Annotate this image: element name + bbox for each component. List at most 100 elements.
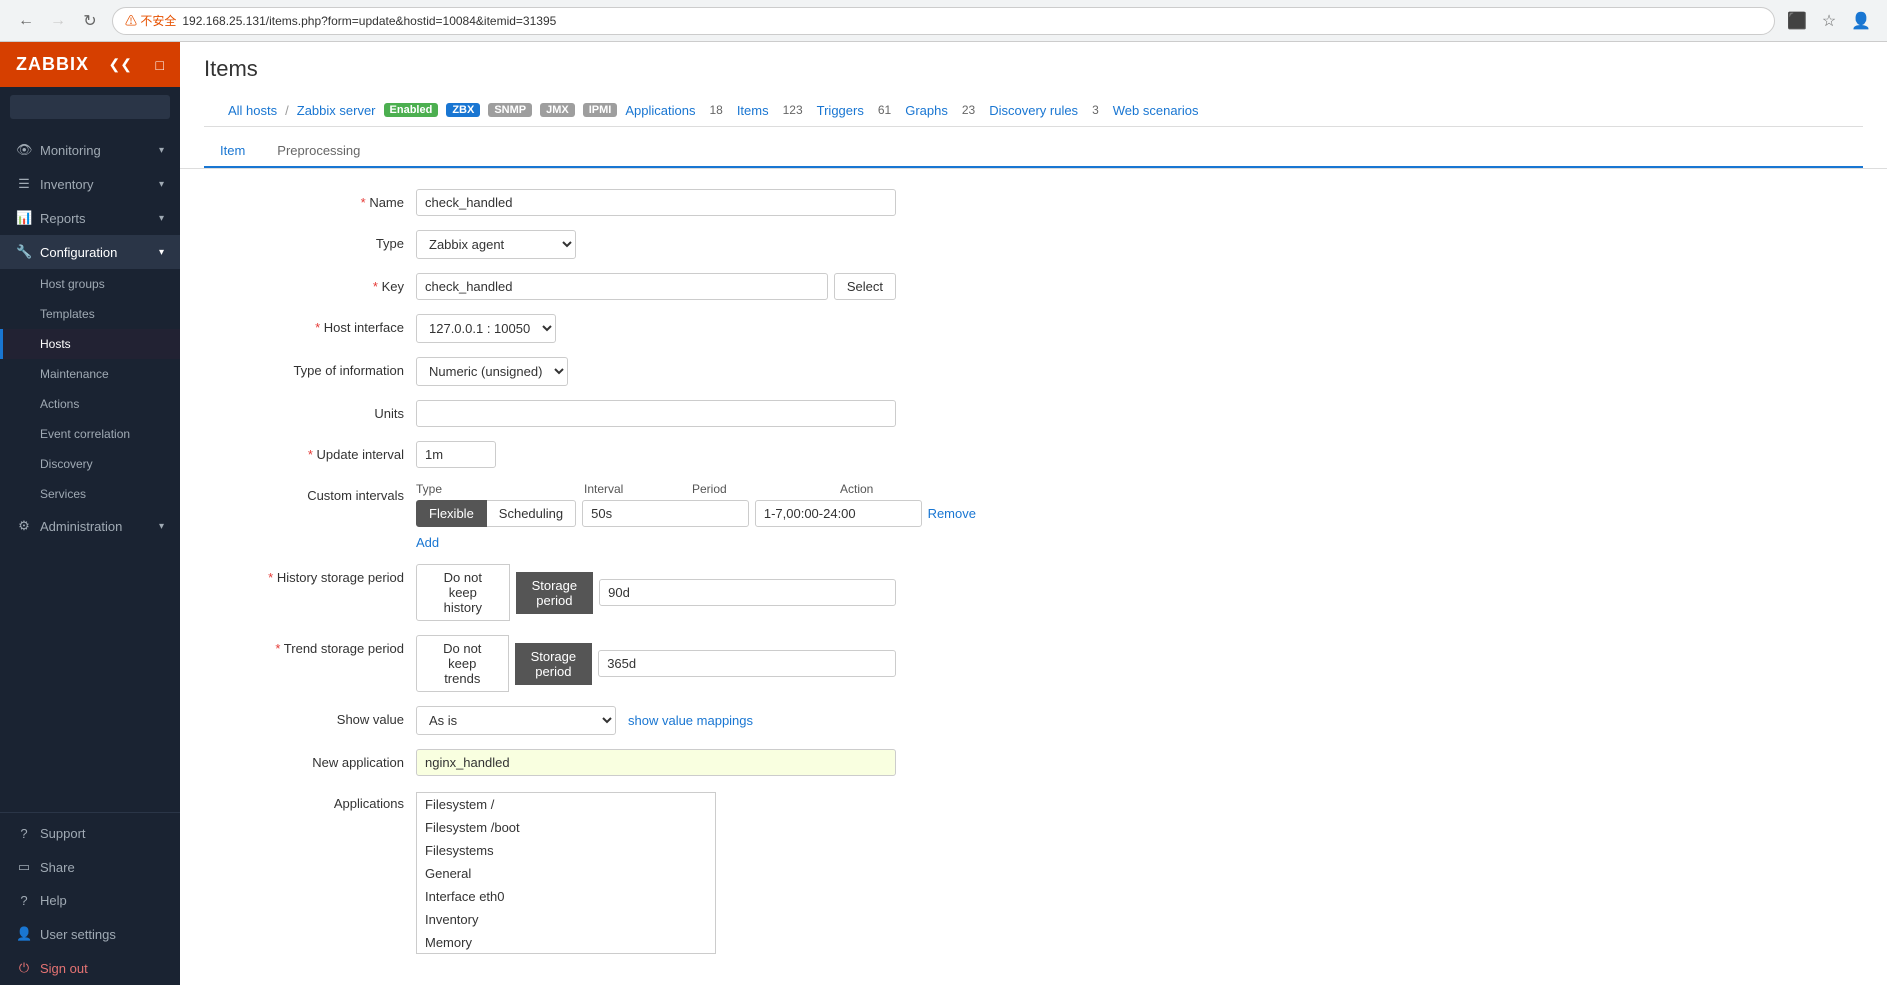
remove-link[interactable]: Remove <box>928 506 976 521</box>
triggers-link[interactable]: Triggers <box>817 103 864 118</box>
sidebar-item-user-settings[interactable]: 👤 User settings <box>0 917 180 951</box>
update-interval-input[interactable] <box>416 441 496 468</box>
new-application-input[interactable] <box>416 749 896 776</box>
applications-link[interactable]: Applications <box>625 103 695 118</box>
no-keep-trends-button[interactable]: Do not keep trends <box>416 635 509 692</box>
units-control <box>416 400 896 427</box>
bookmark-button[interactable]: ☆ <box>1815 7 1843 35</box>
sidebar-item-templates[interactable]: Templates <box>0 299 180 329</box>
trend-label: Trend storage period <box>204 635 404 656</box>
sidebar: ZABBIX ❮❮ □ 👁 Monitoring ☰ Inventory 📊 R… <box>0 42 180 985</box>
discovery-rules-link[interactable]: Discovery rules <box>989 103 1078 118</box>
history-label: History storage period <box>204 564 404 585</box>
sidebar-item-share[interactable]: ▭ Share <box>0 850 180 884</box>
name-control <box>416 189 896 216</box>
sidebar-item-help[interactable]: ? Help <box>0 884 180 917</box>
sidebar-item-sign-out[interactable]: ⏻ Sign out <box>0 951 180 985</box>
history-value-input[interactable] <box>599 579 896 606</box>
app-item-filesystems[interactable]: Filesystems <box>417 839 715 862</box>
sidebar-item-inventory[interactable]: ☰ Inventory <box>0 167 180 201</box>
zbx-badge: ZBX <box>446 103 480 117</box>
show-value-mappings-link[interactable]: show value mappings <box>628 713 753 728</box>
trend-value-input[interactable] <box>598 650 896 677</box>
key-input[interactable] <box>416 273 828 300</box>
type-info-select[interactable]: Numeric (unsigned) Numeric (float) Chara… <box>416 357 568 386</box>
sidebar-item-hosts[interactable]: Hosts <box>0 329 180 359</box>
interval-type-toggle: Flexible Scheduling <box>416 500 576 527</box>
sidebar-item-reports[interactable]: 📊 Reports <box>0 201 180 235</box>
app-item-filesystem-boot[interactable]: Filesystem /boot <box>417 816 715 839</box>
app-item-general[interactable]: General <box>417 862 715 885</box>
form-row-type-info: Type of information Numeric (unsigned) N… <box>204 357 1863 386</box>
address-bar[interactable]: ⚠ 不安全 192.168.25.131/items.php?form=upda… <box>112 7 1775 35</box>
history-storage-period-button[interactable]: Storage period <box>516 572 593 614</box>
interval-period-input[interactable] <box>755 500 922 527</box>
interval-value-input[interactable] <box>582 500 749 527</box>
back-button[interactable]: ← <box>12 7 40 35</box>
scheduling-button[interactable]: Scheduling <box>487 500 576 527</box>
search-input[interactable] <box>10 95 170 119</box>
profile-button[interactable]: 👤 <box>1847 7 1875 35</box>
applications-dropdown: Filesystem / Filesystem /boot Filesystem… <box>416 792 716 954</box>
sidebar-item-administration[interactable]: ⚙ Administration <box>0 509 180 543</box>
trend-storage-period-button[interactable]: Storage period <box>515 643 593 685</box>
name-input[interactable] <box>416 189 896 216</box>
show-value-row: As is show value mappings <box>416 706 896 735</box>
all-hosts-link[interactable]: All hosts <box>228 103 277 118</box>
sidebar-item-host-groups[interactable]: Host groups <box>0 269 180 299</box>
col-type-header: Type <box>416 482 576 496</box>
applications-form-label: Applications <box>204 790 404 811</box>
sidebar-item-services[interactable]: Services <box>0 479 180 509</box>
host-interface-select[interactable]: 127.0.0.1 : 10050 <box>416 314 556 343</box>
app-item-inventory[interactable]: Inventory <box>417 908 715 931</box>
web-scenarios-link[interactable]: Web scenarios <box>1113 103 1199 118</box>
sidebar-expand-icon[interactable]: □ <box>156 57 164 73</box>
main-header: Items All hosts / Zabbix server Enabled … <box>180 42 1887 169</box>
sidebar-item-actions[interactable]: Actions <box>0 389 180 419</box>
new-application-control <box>416 749 896 776</box>
units-input[interactable] <box>416 400 896 427</box>
reload-button[interactable]: ↻ <box>76 7 104 35</box>
sidebar-item-event-correlation[interactable]: Event correlation <box>0 419 180 449</box>
show-value-label: Show value <box>204 706 404 727</box>
type-info-label: Type of information <box>204 357 404 378</box>
app-item-filesystem[interactable]: Filesystem / <box>417 793 715 816</box>
sidebar-item-label: Monitoring <box>40 143 101 158</box>
sidebar-collapse-icon[interactable]: ❮❮ <box>109 56 132 73</box>
items-count: 123 <box>777 102 809 118</box>
graphs-link[interactable]: Graphs <box>905 103 948 118</box>
type-select[interactable]: Zabbix agent Zabbix agent (active) Simpl… <box>416 230 576 259</box>
sidebar-item-discovery[interactable]: Discovery <box>0 449 180 479</box>
tab-preprocessing[interactable]: Preprocessing <box>261 135 376 168</box>
extensions-button[interactable]: ⬛ <box>1783 7 1811 35</box>
app-item-interface-eth0[interactable]: Interface eth0 <box>417 885 715 908</box>
form-row-show-value: Show value As is show value mappings <box>204 706 1863 735</box>
items-link[interactable]: Items <box>737 103 769 118</box>
units-label: Units <box>204 400 404 421</box>
forward-button[interactable]: → <box>44 7 72 35</box>
host-name-link[interactable]: Zabbix server <box>297 103 376 118</box>
sidebar-item-configuration[interactable]: 🔧 Configuration <box>0 235 180 269</box>
sidebar-item-maintenance[interactable]: Maintenance <box>0 359 180 389</box>
no-keep-history-button[interactable]: Do not keep history <box>416 564 510 621</box>
tab-item[interactable]: Item <box>204 135 261 168</box>
sidebar-item-monitoring[interactable]: 👁 Monitoring <box>0 133 180 167</box>
add-interval-link[interactable]: Add <box>416 535 439 550</box>
sidebar-item-label: Configuration <box>40 245 117 260</box>
show-value-select[interactable]: As is <box>416 706 616 735</box>
applications-list: Filesystem / Filesystem /boot Filesystem… <box>417 793 715 953</box>
name-label: Name <box>204 189 404 210</box>
app-item-memory[interactable]: Memory <box>417 931 715 953</box>
sidebar-item-support[interactable]: ? Support <box>0 817 180 850</box>
sidebar-item-label: Administration <box>40 519 122 534</box>
form-row-new-application: New application <box>204 749 1863 776</box>
security-warning: ⚠ 不安全 <box>125 12 176 29</box>
sidebar-item-label: User settings <box>40 927 116 942</box>
flexible-button[interactable]: Flexible <box>416 500 487 527</box>
host-bar: All hosts / Zabbix server Enabled ZBX SN… <box>204 94 1863 127</box>
type-info-control: Numeric (unsigned) Numeric (float) Chara… <box>416 357 896 386</box>
form-row-name: Name <box>204 189 1863 216</box>
update-interval-label: Update interval <box>204 441 404 462</box>
select-button[interactable]: Select <box>834 273 896 300</box>
share-icon: ▭ <box>16 859 32 875</box>
